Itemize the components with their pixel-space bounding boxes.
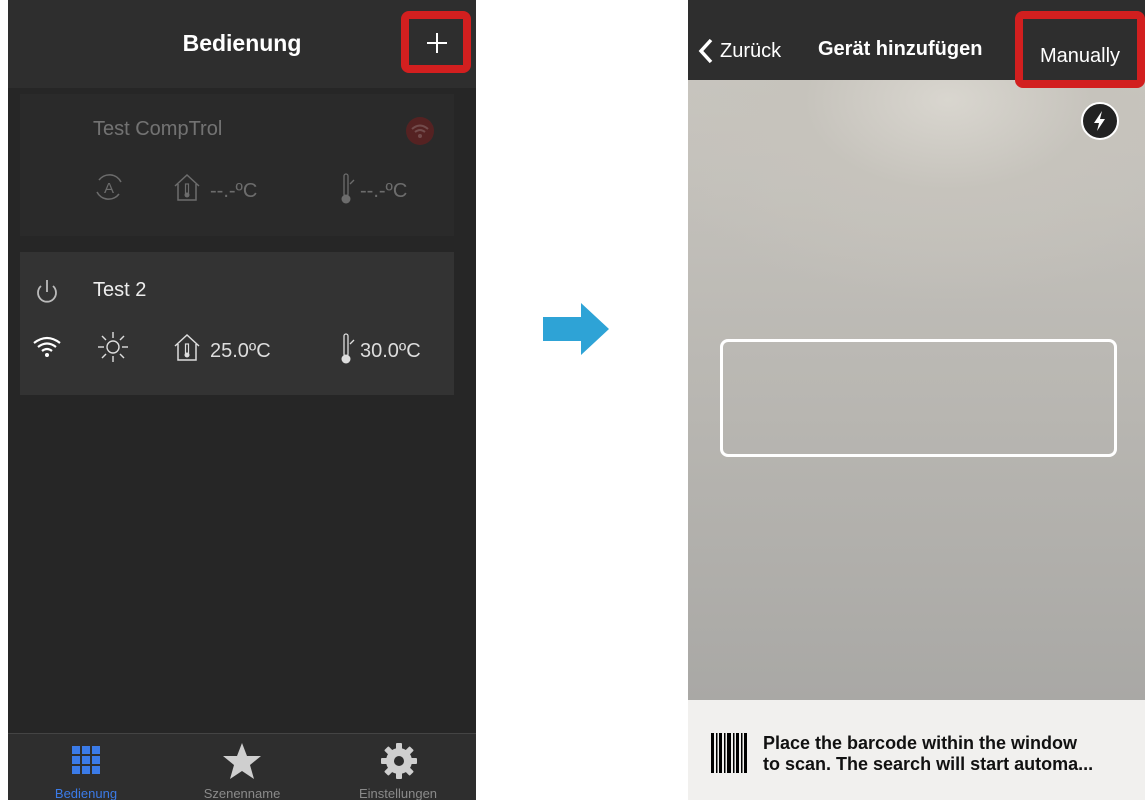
tab-bar: Bedienung Szenenname Einstellungen — [8, 733, 476, 800]
flash-toggle-button[interactable] — [1081, 102, 1119, 140]
target-temperature-value: 30.0ºC — [360, 340, 421, 362]
device-card-test-2[interactable]: Test 2 25.0ºC 30.0ºC — [20, 252, 454, 395]
tab-szenenname[interactable]: Szenenname — [164, 734, 320, 800]
scan-instruction: Place the barcode within the window to s… — [763, 733, 1143, 775]
instruction-line: Place the barcode within the window — [763, 733, 1078, 753]
target-temperature-value: --.-ºC — [360, 180, 408, 202]
power-icon[interactable] — [34, 278, 60, 306]
svg-text:A: A — [104, 180, 114, 197]
tab-label: Szenenname — [203, 786, 281, 800]
tab-label: Einstellungen — [358, 786, 438, 800]
device-card-test-comptrol[interactable]: Test CompTrol A --.-ºC --.-ºC — [20, 94, 454, 236]
device-name: Test 2 — [93, 279, 147, 301]
manual-entry-button[interactable]: Manually — [1015, 11, 1145, 88]
room-temperature-icon — [174, 173, 200, 201]
room-temperature-value: --.-ºC — [210, 180, 258, 202]
tab-label: Bedienung — [54, 786, 118, 800]
add-device-button[interactable] — [401, 11, 471, 73]
room-temperature-value: 25.0ºC — [210, 340, 271, 362]
thermometer-icon — [341, 173, 355, 204]
instruction-panel: Place the barcode within the window to s… — [688, 700, 1145, 800]
sun-icon — [98, 332, 128, 362]
nav-bar: Bedienung — [8, 0, 476, 88]
wifi-icon — [33, 336, 61, 357]
plus-icon — [427, 33, 447, 53]
tab-einstellungen[interactable]: Einstellungen — [320, 734, 476, 800]
gear-icon — [381, 743, 417, 779]
device-list-screen: Bedienung Test CompTrol A --.-ºC --.-ºC … — [8, 0, 476, 800]
back-label: Zurück — [720, 39, 782, 62]
wifi-offline-icon — [406, 117, 434, 145]
scan-window — [720, 339, 1117, 457]
star-icon — [223, 743, 261, 779]
barcode-scan-screen: Zurück Gerät hinzufügen Manually Place t… — [688, 0, 1145, 800]
barcode-icon — [711, 733, 747, 773]
arrow-right-icon — [543, 303, 609, 355]
auto-mode-icon: A — [96, 174, 122, 200]
instruction-line: to scan. The search will start automa... — [763, 754, 1094, 774]
page-title: Gerät hinzufügen — [818, 38, 983, 60]
chevron-left-icon — [698, 38, 713, 64]
flash-icon — [1094, 111, 1105, 131]
manual-label: Manually — [1040, 45, 1121, 67]
grid-icon — [72, 746, 100, 774]
back-button[interactable]: Zurück — [698, 38, 781, 64]
room-temperature-icon — [174, 333, 200, 361]
tab-bedienung[interactable]: Bedienung — [8, 734, 164, 800]
device-name: Test CompTrol — [93, 118, 223, 140]
thermometer-icon — [341, 333, 355, 364]
